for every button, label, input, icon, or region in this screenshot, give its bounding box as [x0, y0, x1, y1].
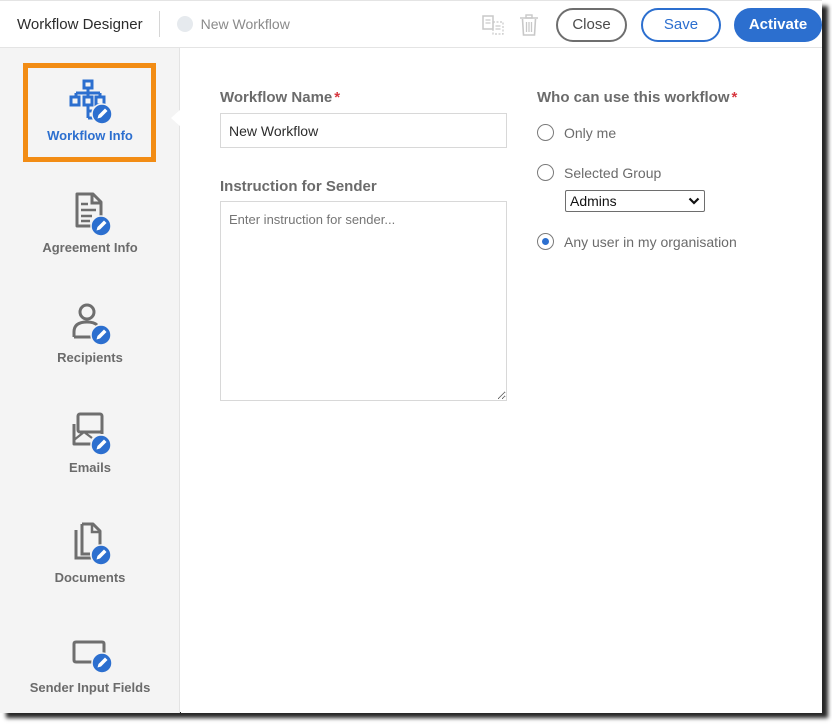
header-divider	[158, 11, 160, 37]
sidebar-item-label: Agreement Info	[42, 240, 138, 255]
group-select-value: Admins	[570, 193, 617, 209]
copy-icon	[482, 14, 504, 35]
radio-selected-dot	[542, 238, 549, 245]
close-button[interactable]: Close	[556, 7, 627, 42]
sidebar-item-label: Recipients	[57, 350, 123, 365]
email-icon	[66, 410, 114, 458]
header-actions: Close Save Activate	[478, 1, 822, 48]
sidebar-item-label: Documents	[54, 570, 126, 585]
active-item-pointer	[171, 109, 181, 127]
radio-label: Only me	[564, 124, 617, 141]
sidebar-item-workflow-info[interactable]: Workflow Info	[0, 78, 180, 178]
radio-selected-group[interactable]: Selected Group	[537, 164, 661, 181]
activate-button[interactable]: Activate	[734, 7, 822, 42]
sidebar-item-recipients[interactable]: Recipients	[0, 300, 180, 400]
sidebar-item-label: Sender Input Fields	[29, 680, 151, 695]
radio-any-user[interactable]: Any user in my organisation	[537, 233, 737, 250]
workflow-name-label-text: Workflow Name	[220, 89, 333, 106]
sidebar-item-sender-input-fields[interactable]: Sender Input Fields	[0, 630, 180, 724]
sidebar-item-label: Emails	[69, 460, 111, 475]
sidebar-item-emails[interactable]: Emails	[0, 410, 180, 510]
header-bar: Workflow Designer New Workflow Close Sav…	[0, 1, 822, 48]
radio-button[interactable]	[537, 124, 554, 141]
document-text-icon	[66, 190, 114, 238]
chevron-down-icon	[688, 197, 700, 205]
workflow-name-input[interactable]	[220, 113, 507, 148]
instruction-label: Instruction for Sender	[220, 178, 377, 195]
radio-only-me[interactable]: Only me	[537, 124, 616, 141]
required-mark: *	[334, 89, 341, 106]
workflow-name-label: Workflow Name *	[220, 89, 340, 106]
trash-icon	[520, 13, 538, 36]
copy-button[interactable]	[478, 10, 508, 40]
documents-icon	[66, 520, 114, 568]
workflow-designer-window: Workflow Designer New Workflow Close Sav…	[0, 0, 822, 713]
delete-button[interactable]	[514, 10, 544, 40]
input-field-icon	[66, 630, 114, 678]
sidebar-nav: Workflow Info Agreement Info Recipients …	[0, 48, 181, 713]
workflow-status-dot	[176, 16, 193, 32]
save-button[interactable]: Save	[641, 7, 721, 42]
radio-label: Selected Group	[564, 164, 662, 181]
radio-button[interactable]	[537, 233, 554, 250]
access-label-text: Who can use this workflow	[537, 89, 730, 106]
radio-button[interactable]	[537, 164, 554, 181]
required-mark: *	[731, 89, 738, 106]
sidebar-item-agreement-info[interactable]: Agreement Info	[0, 190, 180, 290]
workflow-info-form: Workflow Name* Instruction for Sender Wh…	[181, 48, 822, 713]
user-icon	[66, 300, 114, 348]
radio-label: Any user in my organisation	[564, 233, 737, 250]
group-select[interactable]: Admins	[565, 190, 705, 212]
app-title: Workflow Designer	[17, 15, 143, 33]
access-label: Who can use this workflow *	[537, 89, 737, 106]
sidebar-item-documents[interactable]: Documents	[0, 520, 180, 620]
header-workflow-name: New Workflow	[200, 16, 290, 32]
workflow-tree-icon	[66, 78, 114, 126]
instruction-textarea[interactable]	[220, 201, 507, 401]
sidebar-item-label: Workflow Info	[47, 128, 133, 143]
